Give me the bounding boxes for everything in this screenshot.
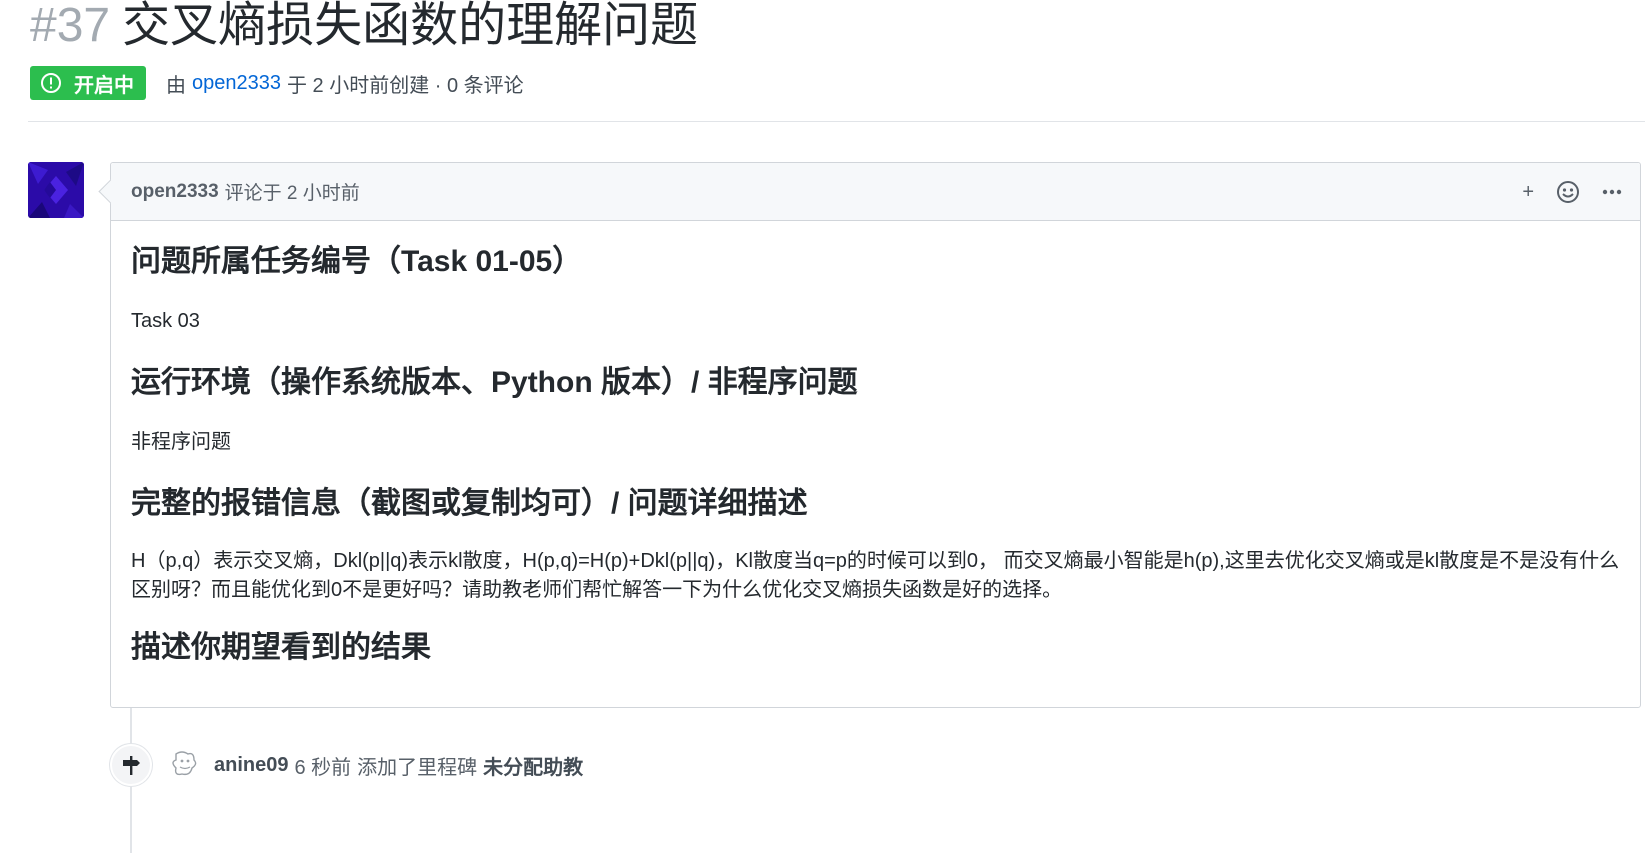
issue-opened-icon — [40, 72, 62, 94]
header-divider — [28, 121, 1645, 122]
issue-title: #37 交叉熵损失函数的理解问题 — [30, 0, 698, 58]
section-body-description: H（p,q）表示交叉熵，Dkl(p||q)表示kl散度，H(p,q)=H(p)+… — [131, 550, 1620, 601]
comment-author[interactable]: open2333 — [131, 181, 219, 203]
section-heading-env: 运行环境（操作系统版本、Python 版本）/ 非程序问题 — [131, 366, 858, 399]
issue-page: #37 交叉熵损失函数的理解问题 开启中 由 open2333 于 2 小时前创建… — [0, 0, 1645, 853]
event-actor[interactable]: anine09 — [214, 754, 288, 777]
issue-number: #37 — [30, 0, 111, 52]
section-heading-expected: 描述你期望看到的结果 — [131, 631, 431, 664]
meta-by: 由 — [166, 74, 186, 97]
section-body-task: Task 03 — [131, 310, 200, 332]
issue-state-label: 开启中 — [74, 74, 134, 97]
timeline-event-milestone: anine09 6 秒前 添加了里程碑 未分配助教 — [110, 744, 583, 786]
issue-author-link[interactable]: open2333 — [192, 72, 281, 95]
issue-header: #37 交叉熵损失函数的理解问题 开启中 由 open2333 于 2 小时前创建… — [30, 0, 1645, 122]
event-actor-avatar[interactable] — [168, 748, 202, 782]
issue-meta: 开启中 由 open2333 于 2 小时前创建 · 0 条评论 — [30, 66, 524, 100]
section-heading-description: 完整的报错信息（截图或复制均可）/ 问题详细描述 — [131, 487, 808, 520]
issue-title-text: 交叉熵损失函数的理解问题 — [122, 0, 699, 52]
section-heading-task: 问题所属任务编号（Task 01-05） — [131, 245, 583, 278]
event-action: 添加了里程碑 — [357, 756, 478, 779]
event-time: 6 秒前 — [294, 756, 352, 779]
comment-author-avatar[interactable] — [28, 162, 84, 218]
event-milestone-name[interactable]: 未分配助教 — [483, 751, 583, 780]
milestone-icon — [110, 744, 152, 786]
comment-box: open2333 评论于 2 小时前 + 问题所属任务编号（Task 01-05… — [110, 162, 1641, 708]
section-body-env: 非程序问题 — [131, 431, 231, 453]
comment-actions: + — [1522, 163, 1622, 221]
comment-time: 评论于 2 小时前 — [224, 183, 360, 204]
kebab-horizontal-icon[interactable] — [1602, 188, 1622, 196]
add-reaction-plus[interactable]: + — [1522, 181, 1534, 204]
meta-created: 于 2 小时前创建 · 0 条评论 — [286, 74, 524, 97]
issue-state-badge: 开启中 — [30, 66, 146, 100]
comment-body: 问题所属任务编号（Task 01-05） Task 03 运行环境（操作系统版本… — [111, 221, 1640, 669]
comment-header: open2333 评论于 2 小时前 + — [111, 163, 1640, 221]
smiley-icon[interactable] — [1556, 180, 1580, 204]
